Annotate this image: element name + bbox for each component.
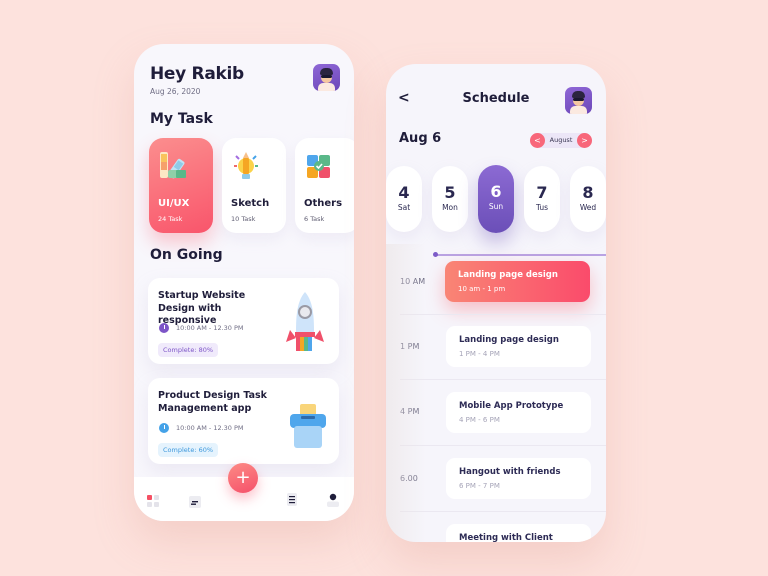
divider [400, 379, 606, 380]
progress-badge: Complete: 80% [158, 343, 219, 357]
day-chip[interactable]: 4 Sat [386, 166, 422, 232]
current-date: Aug 26, 2020 [150, 87, 201, 96]
task-title: Startup Website Design with responsive [158, 290, 246, 326]
task-card[interactable]: Product Design Task Management app 10:00… [148, 378, 339, 464]
edge-shadow [386, 244, 426, 542]
rocket-icon [286, 292, 324, 351]
list-icon[interactable] [287, 493, 297, 506]
slot-time: 4 PM [400, 407, 420, 416]
puzzle-icon [307, 155, 330, 178]
selected-date: Aug 6 [399, 131, 442, 146]
category-card-sketch[interactable]: Sketch 10 Task [222, 138, 286, 233]
clock-icon [159, 323, 169, 333]
inbox-box-icon [290, 404, 326, 448]
day-number: 6 [490, 182, 502, 201]
event-time: 4 PM - 6 PM [459, 416, 500, 424]
my-task-title: My Task [150, 111, 213, 127]
day-number: 7 [536, 183, 548, 202]
category-count: 6 Task [304, 215, 325, 223]
category-name: Others [304, 198, 343, 209]
day-number: 5 [444, 183, 456, 202]
day-name: Wed [579, 203, 597, 212]
event-title: Mobile App Prototype [459, 401, 564, 411]
day-name: Sat [397, 203, 411, 212]
category-name: UI/UX [158, 198, 190, 209]
task-title: Product Design Task Management app [158, 390, 267, 414]
divider [400, 314, 606, 315]
event-title: Hangout with friends [459, 467, 561, 477]
calendar-icon[interactable] [189, 496, 201, 508]
event-card[interactable]: Meeting with Client [446, 524, 591, 542]
profile-icon[interactable] [327, 493, 339, 507]
event-title: Landing page design [458, 270, 558, 280]
current-time-line [435, 254, 606, 256]
task-time: 10:00 AM - 12.30 PM [176, 424, 244, 432]
event-title: Meeting with Client [459, 533, 553, 542]
category-card-others[interactable]: Others 6 Task [295, 138, 354, 233]
prev-month-button[interactable]: < [530, 133, 545, 148]
day-chip-selected[interactable]: 6 Sun [478, 165, 514, 233]
current-time-dot [433, 252, 438, 257]
progress-badge: Complete: 60% [158, 443, 219, 457]
task-time: 10:00 AM - 12.30 PM [176, 324, 244, 332]
greeting: Hey Rakib [150, 64, 244, 84]
event-time: 10 am - 1 pm [458, 285, 506, 293]
divider [400, 445, 606, 446]
event-time: 1 PM - 4 PM [459, 350, 500, 358]
slot-time: 6.00 [400, 474, 418, 483]
task-card[interactable]: Startup Website Design with responsive 1… [148, 278, 339, 364]
day-number: 4 [398, 183, 410, 202]
day-chip[interactable]: 8 Wed [570, 166, 606, 232]
day-name: Mon [442, 203, 458, 212]
event-card-active[interactable]: Landing page design 10 am - 1 pm [445, 261, 590, 302]
month-label: August [549, 136, 573, 144]
bottom-nav: + [134, 463, 354, 521]
dashboard-icon[interactable] [147, 495, 160, 507]
add-task-button[interactable]: + [228, 463, 258, 493]
day-name: Sun [488, 202, 504, 211]
category-name: Sketch [231, 198, 270, 209]
event-title: Landing page design [459, 335, 559, 345]
month-selector: < August > [530, 133, 592, 148]
event-card[interactable]: Mobile App Prototype 4 PM - 6 PM [446, 392, 591, 433]
slot-time: 10 AM [400, 277, 426, 286]
day-number: 8 [582, 183, 594, 202]
color-palette-icon [160, 152, 186, 179]
event-card[interactable]: Landing page design 1 PM - 4 PM [446, 326, 591, 367]
ongoing-title: On Going [150, 247, 223, 263]
category-count: 10 Task [231, 215, 256, 223]
avatar[interactable] [313, 64, 340, 91]
divider [400, 511, 606, 512]
avatar[interactable] [565, 87, 592, 114]
slot-time: 1 PM [400, 342, 420, 351]
schedule-screen: < Schedule Aug 6 < August > 4 Sat 5 Mon … [386, 64, 606, 542]
event-card[interactable]: Hangout with friends 6 PM - 7 PM [446, 458, 591, 499]
next-month-button[interactable]: > [577, 133, 592, 148]
event-time: 6 PM - 7 PM [459, 482, 500, 490]
clock-icon [159, 423, 169, 433]
day-name: Tus [535, 203, 549, 212]
category-card-uiux[interactable]: UI/UX 24 Task [149, 138, 213, 233]
day-chip[interactable]: 7 Tus [524, 166, 560, 232]
category-count: 24 Task [158, 215, 183, 223]
lightbulb-pencil-icon [234, 152, 258, 179]
day-chip[interactable]: 5 Mon [432, 166, 468, 232]
home-screen: Hey Rakib Aug 26, 2020 My Task UI/UX 24 … [134, 44, 354, 521]
